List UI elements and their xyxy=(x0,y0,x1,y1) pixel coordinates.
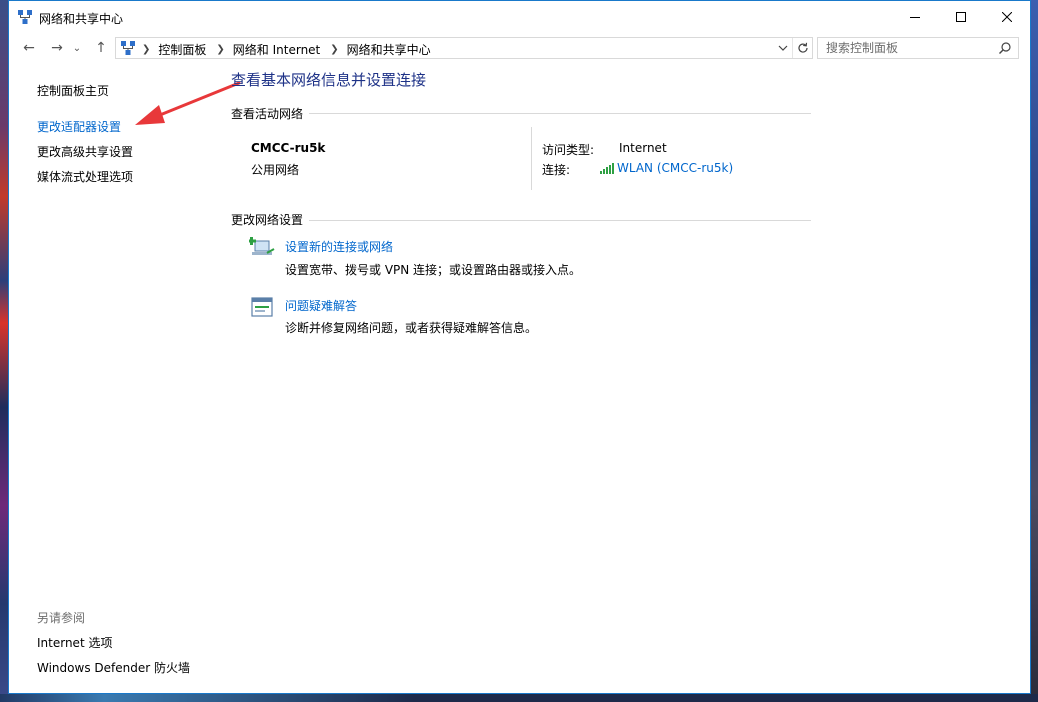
sidebar-item-control-panel-home[interactable]: 控制面板主页 xyxy=(37,82,109,99)
setup-new-connection-description: 设置宽带、拨号或 VPN 连接；或设置路由器或接入点。 xyxy=(285,263,582,277)
access-type-label: 访问类型: xyxy=(542,143,595,157)
navigation-bar: ← → ⌄ ↑ ❯ 控制面板 ❯ 网络和 Internet ❯ 网络和共享中心 … xyxy=(9,33,1030,63)
page-title: 查看基本网络信息并设置连接 xyxy=(231,71,427,89)
wifi-signal-icon xyxy=(600,162,614,174)
chevron-right-icon: ❯ xyxy=(142,44,151,55)
refresh-icon xyxy=(797,42,808,53)
chevron-right-icon[interactable]: ❯ xyxy=(216,44,224,55)
maximize-button[interactable] xyxy=(938,1,984,32)
desktop-background-left xyxy=(0,0,8,702)
minimize-icon xyxy=(910,16,920,18)
active-networks-heading: 查看活动网络 xyxy=(231,107,304,121)
network-name: CMCC-ru5k xyxy=(251,141,326,155)
window-title: 网络和共享中心 xyxy=(39,12,124,26)
close-icon xyxy=(1002,11,1012,22)
back-arrow-icon: ← xyxy=(23,40,35,56)
sidebar-item-advanced-sharing-settings[interactable]: 更改高级共享设置 xyxy=(37,143,133,160)
section-divider xyxy=(309,220,811,221)
back-button[interactable]: ← xyxy=(19,39,39,57)
search-box[interactable] xyxy=(817,37,1019,59)
breadcrumb-network-internet[interactable]: 网络和 Internet xyxy=(233,41,320,58)
troubleshoot-icon xyxy=(251,297,273,317)
maximize-icon xyxy=(956,11,966,22)
network-info-divider xyxy=(531,127,532,190)
sidebar-item-media-streaming-options[interactable]: 媒体流式处理选项 xyxy=(37,168,133,185)
chevron-down-icon: ⌄ xyxy=(72,42,82,54)
forward-button[interactable]: → xyxy=(47,39,67,57)
breadcrumb: ❯ 控制面板 ❯ 网络和 Internet ❯ 网络和共享中心 xyxy=(142,41,431,58)
close-button[interactable] xyxy=(984,1,1030,32)
up-arrow-icon: ↑ xyxy=(95,40,107,56)
search-icon[interactable] xyxy=(998,41,1012,55)
see-also-internet-options[interactable]: Internet 选项 xyxy=(37,634,112,651)
troubleshoot-problems-link[interactable]: 问题疑难解答 xyxy=(285,297,357,314)
network-center-icon xyxy=(121,41,135,55)
up-button[interactable]: ↑ xyxy=(91,39,111,57)
wlan-connection-link[interactable]: WLAN (CMCC-ru5k) xyxy=(600,161,733,175)
refresh-button[interactable] xyxy=(792,38,812,58)
sidebar-item-change-adapter-settings[interactable]: 更改适配器设置 xyxy=(37,118,121,135)
search-input[interactable] xyxy=(818,38,994,58)
address-bar[interactable]: ❯ 控制面板 ❯ 网络和 Internet ❯ 网络和共享中心 xyxy=(115,37,813,59)
wlan-connection-text[interactable]: WLAN (CMCC-ru5k) xyxy=(617,161,733,175)
see-also-windows-defender-firewall[interactable]: Windows Defender 防火墙 xyxy=(37,659,190,676)
recent-locations-button[interactable]: ⌄ xyxy=(71,39,83,57)
new-connection-icon xyxy=(249,237,275,255)
chevron-down-icon xyxy=(778,45,788,51)
network-center-icon xyxy=(18,10,32,24)
breadcrumb-control-panel[interactable]: 控制面板 xyxy=(158,41,206,58)
network-sharing-center-window: 网络和共享中心 ← → ⌄ ↑ ❯ 控制面板 ❯ 网络和 Internet ❯ … xyxy=(8,0,1031,694)
see-also-heading: 另请参阅 xyxy=(37,611,86,625)
forward-arrow-icon: → xyxy=(51,40,63,56)
minimize-button[interactable] xyxy=(892,1,938,32)
network-type[interactable]: 公用网络 xyxy=(251,161,299,178)
taskbar-edge xyxy=(0,694,1038,702)
chevron-right-icon[interactable]: ❯ xyxy=(330,44,338,55)
connection-label: 连接: xyxy=(542,163,571,177)
desktop-background-right xyxy=(1030,0,1038,702)
section-divider xyxy=(309,113,811,114)
access-type-value: Internet xyxy=(619,141,667,155)
setup-new-connection-link[interactable]: 设置新的连接或网络 xyxy=(285,238,393,255)
troubleshoot-problems-description: 诊断并修复网络问题，或者获得疑难解答信息。 xyxy=(285,321,538,335)
address-history-dropdown[interactable] xyxy=(776,40,790,56)
breadcrumb-network-sharing-center[interactable]: 网络和共享中心 xyxy=(347,41,431,58)
title-bar[interactable]: 网络和共享中心 xyxy=(9,1,1030,33)
change-settings-heading: 更改网络设置 xyxy=(231,213,304,227)
